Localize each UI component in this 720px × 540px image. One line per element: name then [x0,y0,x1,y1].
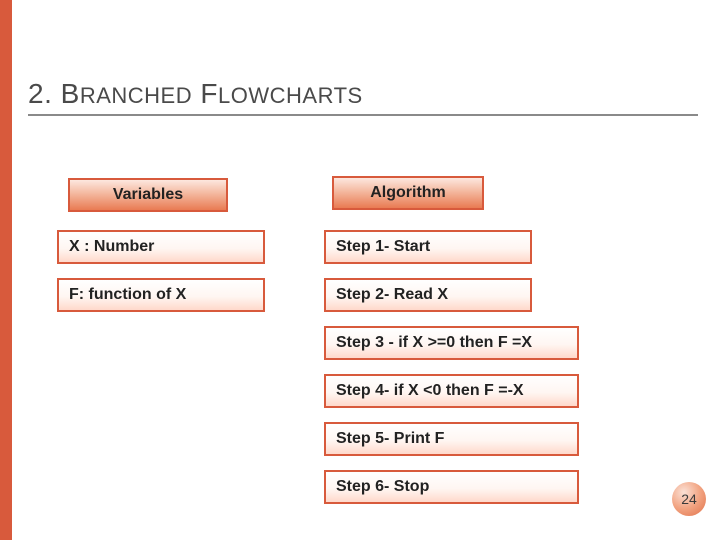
page-number: 24 [681,491,697,507]
algorithm-header-label: Algorithm [370,184,446,202]
step-2-label: Step 2- Read X [336,286,448,304]
step-6-label: Step 6- Stop [336,478,429,496]
step-4: Step 4- if X <0 then F =-X [324,374,579,408]
slide-title: 2. BRANCHED FLOWCHARTS [28,78,363,110]
algorithm-header: Algorithm [332,176,484,210]
step-3-label: Step 3 - if X >=0 then F =X [336,334,532,352]
title-prefix: 2. [28,78,61,109]
accent-left-bar [0,0,12,540]
step-1-label: Step 1- Start [336,238,430,256]
variables-header: Variables [68,178,228,212]
step-2: Step 2- Read X [324,278,532,312]
title-b2: F [200,78,218,109]
step-3: Step 3 - if X >=0 then F =X [324,326,579,360]
variable-x-label: X : Number [69,238,154,256]
variable-f: F: function of X [57,278,265,312]
title-underline [28,114,698,116]
title-r1: RANCHED [80,83,192,108]
title-b1: B [61,78,80,109]
step-5: Step 5- Print F [324,422,579,456]
title-r2: LOWCHARTS [218,83,363,108]
step-1: Step 1- Start [324,230,532,264]
step-4-label: Step 4- if X <0 then F =-X [336,382,524,400]
variables-header-label: Variables [113,186,183,204]
step-5-label: Step 5- Print F [336,430,444,448]
variable-x: X : Number [57,230,265,264]
variable-f-label: F: function of X [69,286,186,304]
step-6: Step 6- Stop [324,470,579,504]
page-number-badge: 24 [672,482,706,516]
